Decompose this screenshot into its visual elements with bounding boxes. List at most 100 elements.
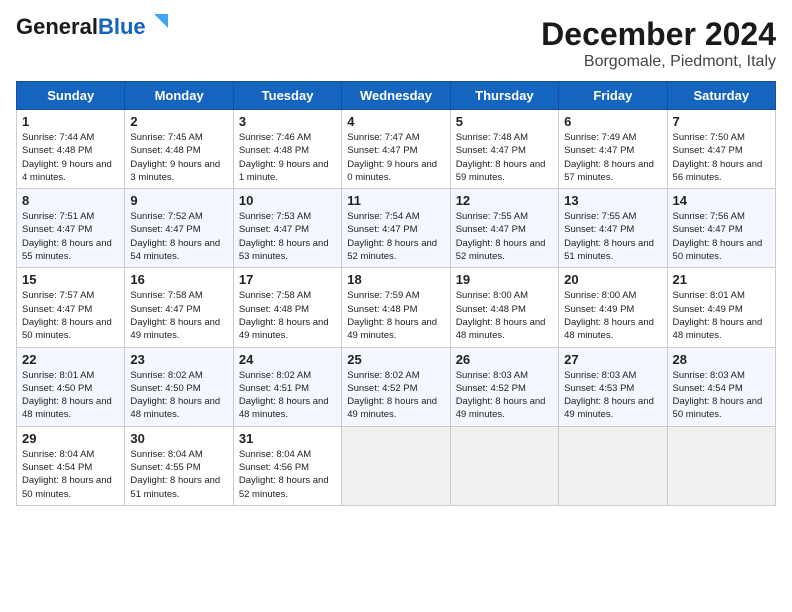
calendar-week-row: 1 Sunrise: 7:44 AM Sunset: 4:48 PM Dayli… xyxy=(17,110,776,189)
cell-content: Sunrise: 8:04 AM Sunset: 4:56 PM Dayligh… xyxy=(239,448,336,501)
day-number: 23 xyxy=(130,352,227,367)
calendar-cell: 21 Sunrise: 8:01 AM Sunset: 4:49 PM Dayl… xyxy=(667,268,775,347)
cell-content: Sunrise: 7:52 AM Sunset: 4:47 PM Dayligh… xyxy=(130,210,227,263)
cell-content: Sunrise: 7:46 AM Sunset: 4:48 PM Dayligh… xyxy=(239,131,336,184)
day-header-tuesday: Tuesday xyxy=(233,82,341,110)
logo-arrow-icon xyxy=(150,10,172,32)
day-number: 17 xyxy=(239,272,336,287)
day-header-saturday: Saturday xyxy=(667,82,775,110)
cell-content: Sunrise: 7:58 AM Sunset: 4:47 PM Dayligh… xyxy=(130,289,227,342)
calendar-cell xyxy=(342,426,450,505)
day-number: 8 xyxy=(22,193,119,208)
cell-content: Sunrise: 8:01 AM Sunset: 4:50 PM Dayligh… xyxy=(22,369,119,422)
cell-content: Sunrise: 7:56 AM Sunset: 4:47 PM Dayligh… xyxy=(673,210,770,263)
calendar-cell: 18 Sunrise: 7:59 AM Sunset: 4:48 PM Dayl… xyxy=(342,268,450,347)
cell-content: Sunrise: 7:48 AM Sunset: 4:47 PM Dayligh… xyxy=(456,131,553,184)
calendar-cell: 5 Sunrise: 7:48 AM Sunset: 4:47 PM Dayli… xyxy=(450,110,558,189)
day-header-monday: Monday xyxy=(125,82,233,110)
day-number: 30 xyxy=(130,431,227,446)
day-header-thursday: Thursday xyxy=(450,82,558,110)
calendar-cell: 20 Sunrise: 8:00 AM Sunset: 4:49 PM Dayl… xyxy=(559,268,667,347)
calendar-title: December 2024 xyxy=(541,16,776,53)
day-header-friday: Friday xyxy=(559,82,667,110)
calendar-cell: 16 Sunrise: 7:58 AM Sunset: 4:47 PM Dayl… xyxy=(125,268,233,347)
day-number: 19 xyxy=(456,272,553,287)
calendar-cell: 30 Sunrise: 8:04 AM Sunset: 4:55 PM Dayl… xyxy=(125,426,233,505)
calendar-table: SundayMondayTuesdayWednesdayThursdayFrid… xyxy=(16,81,776,506)
calendar-cell: 10 Sunrise: 7:53 AM Sunset: 4:47 PM Dayl… xyxy=(233,189,341,268)
day-number: 6 xyxy=(564,114,661,129)
calendar-cell: 3 Sunrise: 7:46 AM Sunset: 4:48 PM Dayli… xyxy=(233,110,341,189)
calendar-cell: 6 Sunrise: 7:49 AM Sunset: 4:47 PM Dayli… xyxy=(559,110,667,189)
cell-content: Sunrise: 8:03 AM Sunset: 4:52 PM Dayligh… xyxy=(456,369,553,422)
page-header: GeneralBlue December 2024 Borgomale, Pie… xyxy=(16,16,776,71)
calendar-cell: 1 Sunrise: 7:44 AM Sunset: 4:48 PM Dayli… xyxy=(17,110,125,189)
calendar-cell: 13 Sunrise: 7:55 AM Sunset: 4:47 PM Dayl… xyxy=(559,189,667,268)
day-number: 11 xyxy=(347,193,444,208)
cell-content: Sunrise: 8:03 AM Sunset: 4:53 PM Dayligh… xyxy=(564,369,661,422)
calendar-cell: 26 Sunrise: 8:03 AM Sunset: 4:52 PM Dayl… xyxy=(450,347,558,426)
cell-content: Sunrise: 8:03 AM Sunset: 4:54 PM Dayligh… xyxy=(673,369,770,422)
cell-content: Sunrise: 8:04 AM Sunset: 4:55 PM Dayligh… xyxy=(130,448,227,501)
cell-content: Sunrise: 7:55 AM Sunset: 4:47 PM Dayligh… xyxy=(456,210,553,263)
calendar-cell: 9 Sunrise: 7:52 AM Sunset: 4:47 PM Dayli… xyxy=(125,189,233,268)
cell-content: Sunrise: 7:57 AM Sunset: 4:47 PM Dayligh… xyxy=(22,289,119,342)
calendar-cell xyxy=(559,426,667,505)
cell-content: Sunrise: 7:59 AM Sunset: 4:48 PM Dayligh… xyxy=(347,289,444,342)
cell-content: Sunrise: 7:53 AM Sunset: 4:47 PM Dayligh… xyxy=(239,210,336,263)
calendar-cell: 22 Sunrise: 8:01 AM Sunset: 4:50 PM Dayl… xyxy=(17,347,125,426)
cell-content: Sunrise: 8:00 AM Sunset: 4:49 PM Dayligh… xyxy=(564,289,661,342)
cell-content: Sunrise: 8:04 AM Sunset: 4:54 PM Dayligh… xyxy=(22,448,119,501)
day-number: 9 xyxy=(130,193,227,208)
cell-content: Sunrise: 8:00 AM Sunset: 4:48 PM Dayligh… xyxy=(456,289,553,342)
calendar-cell: 31 Sunrise: 8:04 AM Sunset: 4:56 PM Dayl… xyxy=(233,426,341,505)
day-number: 21 xyxy=(673,272,770,287)
calendar-cell: 12 Sunrise: 7:55 AM Sunset: 4:47 PM Dayl… xyxy=(450,189,558,268)
cell-content: Sunrise: 7:47 AM Sunset: 4:47 PM Dayligh… xyxy=(347,131,444,184)
cell-content: Sunrise: 7:58 AM Sunset: 4:48 PM Dayligh… xyxy=(239,289,336,342)
calendar-cell xyxy=(450,426,558,505)
day-number: 2 xyxy=(130,114,227,129)
day-number: 24 xyxy=(239,352,336,367)
cell-content: Sunrise: 7:44 AM Sunset: 4:48 PM Dayligh… xyxy=(22,131,119,184)
day-number: 15 xyxy=(22,272,119,287)
calendar-cell: 2 Sunrise: 7:45 AM Sunset: 4:48 PM Dayli… xyxy=(125,110,233,189)
cell-content: Sunrise: 8:02 AM Sunset: 4:50 PM Dayligh… xyxy=(130,369,227,422)
calendar-cell: 7 Sunrise: 7:50 AM Sunset: 4:47 PM Dayli… xyxy=(667,110,775,189)
calendar-cell: 29 Sunrise: 8:04 AM Sunset: 4:54 PM Dayl… xyxy=(17,426,125,505)
calendar-cell: 25 Sunrise: 8:02 AM Sunset: 4:52 PM Dayl… xyxy=(342,347,450,426)
day-number: 13 xyxy=(564,193,661,208)
day-number: 25 xyxy=(347,352,444,367)
day-number: 27 xyxy=(564,352,661,367)
calendar-week-row: 8 Sunrise: 7:51 AM Sunset: 4:47 PM Dayli… xyxy=(17,189,776,268)
day-number: 14 xyxy=(673,193,770,208)
calendar-cell: 24 Sunrise: 8:02 AM Sunset: 4:51 PM Dayl… xyxy=(233,347,341,426)
cell-content: Sunrise: 8:01 AM Sunset: 4:49 PM Dayligh… xyxy=(673,289,770,342)
calendar-week-row: 22 Sunrise: 8:01 AM Sunset: 4:50 PM Dayl… xyxy=(17,347,776,426)
day-number: 22 xyxy=(22,352,119,367)
cell-content: Sunrise: 7:55 AM Sunset: 4:47 PM Dayligh… xyxy=(564,210,661,263)
day-number: 18 xyxy=(347,272,444,287)
cell-content: Sunrise: 8:02 AM Sunset: 4:52 PM Dayligh… xyxy=(347,369,444,422)
calendar-cell: 17 Sunrise: 7:58 AM Sunset: 4:48 PM Dayl… xyxy=(233,268,341,347)
day-number: 31 xyxy=(239,431,336,446)
day-number: 20 xyxy=(564,272,661,287)
calendar-week-row: 29 Sunrise: 8:04 AM Sunset: 4:54 PM Dayl… xyxy=(17,426,776,505)
day-number: 26 xyxy=(456,352,553,367)
calendar-cell: 23 Sunrise: 8:02 AM Sunset: 4:50 PM Dayl… xyxy=(125,347,233,426)
day-number: 5 xyxy=(456,114,553,129)
cell-content: Sunrise: 7:49 AM Sunset: 4:47 PM Dayligh… xyxy=(564,131,661,184)
calendar-subtitle: Borgomale, Piedmont, Italy xyxy=(541,53,776,71)
cell-content: Sunrise: 7:50 AM Sunset: 4:47 PM Dayligh… xyxy=(673,131,770,184)
calendar-cell xyxy=(667,426,775,505)
day-number: 4 xyxy=(347,114,444,129)
day-number: 3 xyxy=(239,114,336,129)
calendar-cell: 28 Sunrise: 8:03 AM Sunset: 4:54 PM Dayl… xyxy=(667,347,775,426)
calendar-week-row: 15 Sunrise: 7:57 AM Sunset: 4:47 PM Dayl… xyxy=(17,268,776,347)
cell-content: Sunrise: 7:45 AM Sunset: 4:48 PM Dayligh… xyxy=(130,131,227,184)
title-block: December 2024 Borgomale, Piedmont, Italy xyxy=(541,16,776,71)
calendar-cell: 11 Sunrise: 7:54 AM Sunset: 4:47 PM Dayl… xyxy=(342,189,450,268)
day-number: 29 xyxy=(22,431,119,446)
day-number: 28 xyxy=(673,352,770,367)
cell-content: Sunrise: 7:51 AM Sunset: 4:47 PM Dayligh… xyxy=(22,210,119,263)
